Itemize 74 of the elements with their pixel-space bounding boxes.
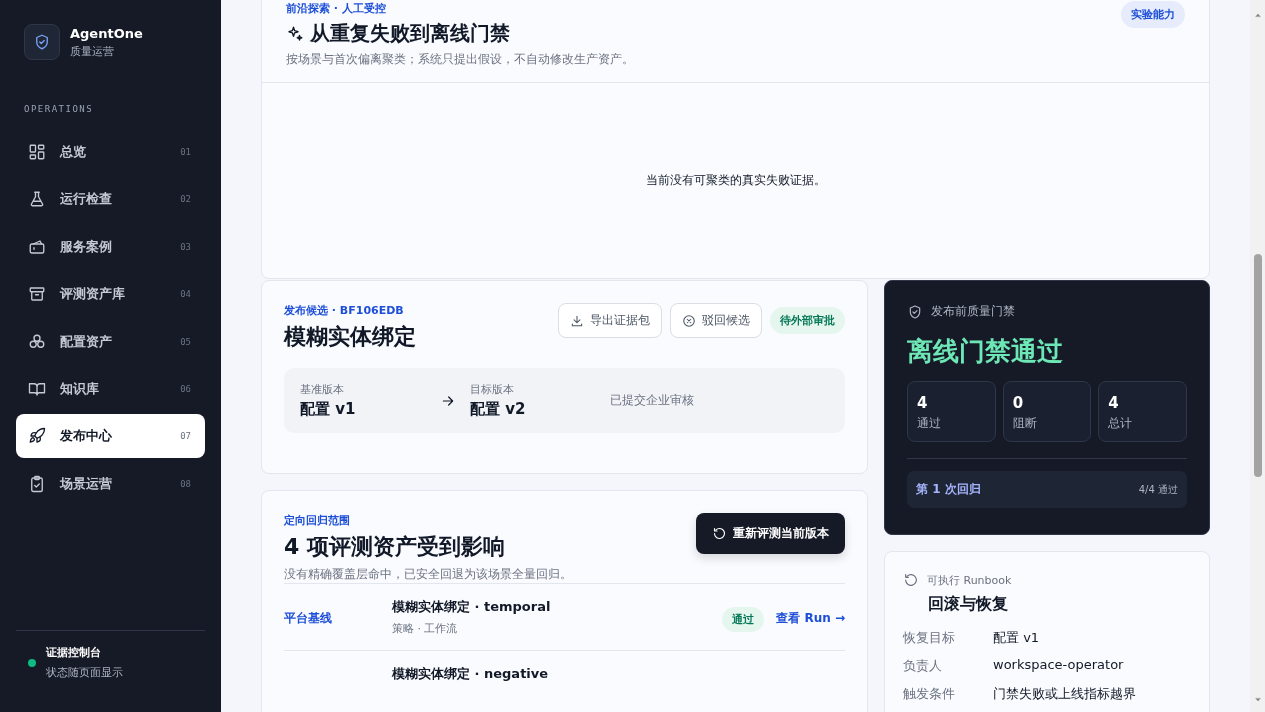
card-eyebrow: 定向回归范围 [284,513,351,528]
field-label: 负责人 [903,657,943,675]
card-title: 回滚与恢复 [928,594,1009,615]
nav-item[interactable]: 场景运营 08 [16,461,205,506]
rerun-button[interactable]: 重新评测当前版本 [696,513,845,554]
app-subtitle: 质量运营 [70,43,115,59]
field-label: 恢复目标 [903,629,956,647]
nav-item[interactable]: 服务案例 03 [16,224,205,269]
action-button[interactable]: 导出证据包 [558,303,662,338]
shield-icon [907,303,923,320]
view-run-link[interactable]: 查看 Run → [776,611,845,625]
nav-item[interactable]: 总览 01 [16,130,205,174]
asset-title: 模糊实体绑定 · temporal [392,598,552,616]
status-badge: 待外部审批 [770,307,845,334]
card-description: 按场景与首次偏离聚类；系统只提出假设，不自动修改生产资产。 [286,51,634,68]
gate-result: 离线门禁通过 [907,335,1064,368]
card-title: 4 项评测资产受到影响 [284,533,506,561]
scrollbar-thumb[interactable] [1253,254,1262,477]
sparkle-icon [286,24,304,43]
archive-icon [28,285,46,304]
download-icon [570,313,584,328]
stat-label: 总计 [1108,415,1134,432]
nav-item[interactable]: 知识库 06 [16,366,205,411]
round-result: 4/4 通过 [1138,482,1178,497]
version-label: 目标版本 [470,382,515,397]
asset-meta: 策略 · 工作流 [392,621,459,636]
version-value: 配置 v1 [300,400,357,419]
grid-icon [28,143,46,161]
experimental-badge: 实验能力 [1121,1,1185,28]
rocket-icon [28,427,46,446]
field-label: 触发条件 [903,685,956,703]
clipboard-icon [28,474,46,493]
round-label: 第 1 次回归 [916,481,981,498]
field-value: workspace-operator [993,657,1125,674]
stat-label: 阻断 [1012,415,1038,432]
down-arrow-icon [1253,696,1262,704]
card-title: 从重复失败到离线门禁 [310,20,510,47]
footer-subtitle: 状态随页面显示 [46,665,123,680]
group-label: 平台基线 [284,611,332,625]
review-note: 已提交企业审核 [610,392,695,409]
asset-title: 模糊实体绑定 · negative [392,665,550,683]
version-label: 基准版本 [300,382,345,397]
nav-item[interactable]: 运行检查 02 [16,177,205,222]
card-eyebrow: 前沿探索 · 人工受控 [286,1,387,16]
flask-icon [28,190,46,209]
action-button[interactable]: 驳回候选 [670,303,762,338]
nav-item[interactable]: 评测资产库 04 [16,272,205,317]
footer-title: 证据控制台 [46,645,102,660]
shield-icon [33,33,51,51]
status-badge: 通过 [722,606,765,632]
empty-message: 当前没有可聚类的真实失败证据。 [645,172,826,189]
field-value: 门禁失败或上线指标越界 [993,685,1137,703]
wallet-icon [28,237,46,256]
card-description: 没有精确覆盖层命中，已安全回退为该场景全量回归。 [284,566,572,583]
card-eyebrow: 发布候选 · BF106EDB [284,303,405,318]
refresh-icon [903,572,919,588]
nav-item[interactable]: 配置资产 05 [16,319,205,364]
card-title: 模糊实体绑定 [284,323,416,351]
app-name: AgentOne [70,25,143,41]
version-value: 配置 v2 [470,400,527,419]
stat-label: 通过 [917,415,942,432]
field-value: 配置 v1 [993,629,1041,647]
gate-label: 发布前质量门禁 [931,303,1015,320]
nav-item[interactable]: 发布中心 07 [16,414,205,459]
runbook-eyebrow: 可执行 Runbook [927,572,1012,588]
stat-value: 4 [1108,394,1120,412]
close-icon [682,313,696,328]
up-arrow-icon [1253,11,1262,19]
refresh-icon [712,526,727,541]
circles-icon [28,332,46,351]
stat-value: 4 [917,394,929,412]
section-heading: OPERATIONS [24,104,95,114]
stat-value: 0 [1012,394,1025,412]
scrollbar[interactable] [1250,0,1265,712]
